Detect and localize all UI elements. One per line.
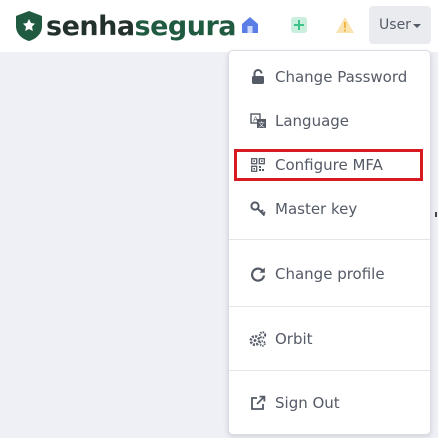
refresh-icon [249, 265, 267, 283]
brand-name-part1: senha [46, 10, 135, 42]
user-menu-button[interactable]: User [369, 6, 431, 44]
lock-icon [249, 68, 267, 86]
home-icon[interactable] [238, 13, 262, 37]
brand-name-part2: segura [134, 10, 237, 42]
menu-item-label: Master key [275, 200, 358, 218]
menu-item-label: Change profile [275, 265, 385, 283]
menu-item-label: Orbit [275, 330, 313, 348]
menu-item-change-profile[interactable]: Change profile [229, 258, 430, 290]
add-icon[interactable] [287, 13, 311, 37]
shield-logo-icon [16, 11, 42, 41]
menu-item-label: Sign Out [275, 394, 340, 412]
menu-item-label: Change Password [275, 68, 408, 86]
brand-logo[interactable]: senhasegura [14, 7, 237, 45]
menu-item-change-password[interactable]: Change Password [229, 61, 430, 93]
user-dropdown-menu: Change Password A 文 Language Configure M… [228, 50, 431, 435]
caret-down-icon [412, 24, 421, 28]
menu-divider [229, 306, 430, 307]
svg-text:文: 文 [258, 120, 265, 129]
gears-icon [249, 330, 267, 348]
menu-divider [229, 370, 430, 371]
highlight-box [234, 149, 423, 181]
warning-icon[interactable] [333, 13, 357, 37]
user-menu-label: User [379, 17, 411, 33]
page-edge-mark [435, 212, 437, 217]
menu-item-label: Language [275, 112, 350, 130]
brand-name: senhasegura [46, 10, 237, 42]
menu-item-sign-out[interactable]: Sign Out [229, 387, 430, 419]
menu-item-orbit[interactable]: Orbit [229, 323, 430, 355]
menu-item-language[interactable]: A 文 Language [229, 105, 430, 137]
external-link-icon [249, 394, 267, 412]
translate-icon: A 文 [249, 112, 267, 130]
menu-item-master-key[interactable]: Master key [229, 193, 430, 225]
top-navbar: senhasegura User [0, 0, 438, 52]
menu-divider [229, 239, 430, 240]
key-icon [249, 200, 267, 218]
